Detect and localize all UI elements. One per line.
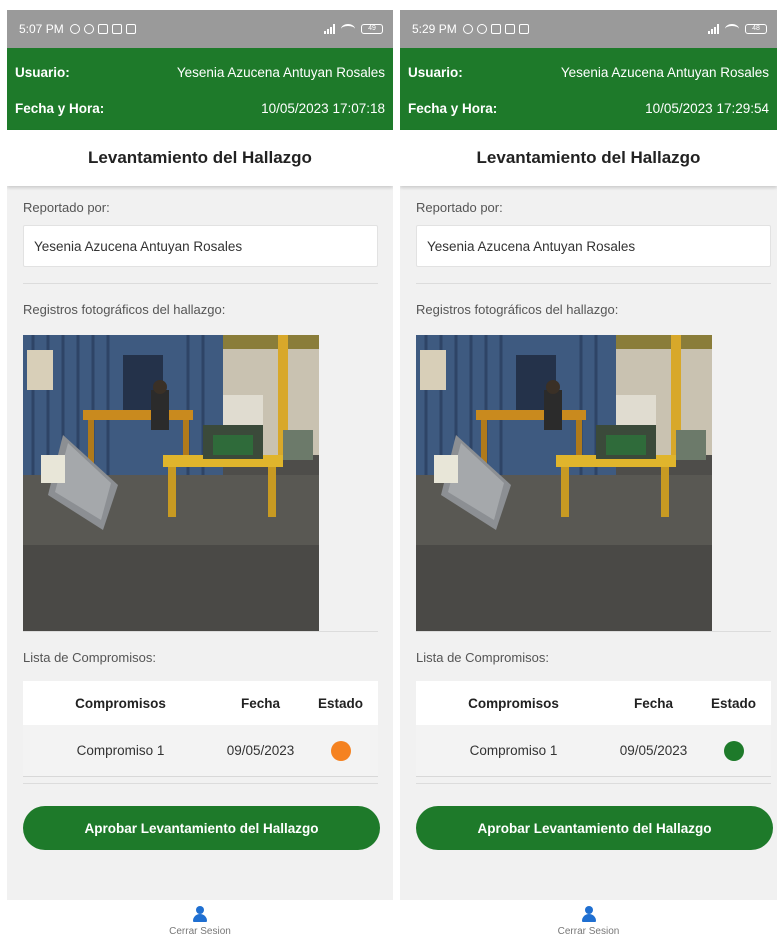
- reported-by-value: Yesenia Azucena Antuyan Rosales: [34, 238, 243, 254]
- status-dot-icon: [330, 740, 351, 761]
- finding-photo[interactable]: [416, 335, 712, 631]
- column-header-status: Estado: [317, 695, 363, 711]
- commitments-table: Compromisos Fecha Estado Compromiso 1 09…: [23, 681, 378, 777]
- commitment-name: Compromiso 1: [76, 743, 165, 758]
- divider: [416, 283, 771, 284]
- divider: [416, 783, 771, 784]
- status-time: 5:29 PM: [412, 22, 457, 36]
- session-header: Usuario: Yesenia Azucena Antuyan Rosales…: [7, 48, 393, 130]
- reported-by-label: Reportado por:: [23, 200, 110, 215]
- datetime-value: 10/05/2023 17:07:18: [261, 100, 385, 116]
- column-header-date: Fecha: [633, 695, 674, 711]
- bottom-nav: Cerrar Sesion: [400, 900, 777, 940]
- user-label: Usuario:: [15, 64, 70, 80]
- page-title: Levantamiento del Hallazgo: [7, 130, 393, 186]
- table-header: Compromisos Fecha Estado: [416, 681, 771, 725]
- app-icon: [504, 24, 515, 34]
- notification-icons: [69, 24, 136, 34]
- logout-label[interactable]: Cerrar Sesion: [169, 926, 231, 937]
- commitments-list-label: Lista de Compromisos:: [23, 650, 156, 665]
- status-dot-icon: [723, 740, 744, 761]
- commitments-table: Compromisos Fecha Estado Compromiso 1 09…: [416, 681, 771, 777]
- media-icon: [125, 24, 136, 34]
- notification-icon: [462, 24, 473, 34]
- wifi-icon: [725, 24, 739, 34]
- logout-label[interactable]: Cerrar Sesion: [558, 926, 620, 937]
- commitments-list-label: Lista de Compromisos:: [416, 650, 549, 665]
- app-icon: [111, 24, 122, 34]
- datetime-label: Fecha y Hora:: [408, 100, 498, 116]
- reported-by-field[interactable]: Yesenia Azucena Antuyan Rosales: [416, 225, 771, 267]
- datetime-label: Fecha y Hora:: [15, 100, 105, 116]
- column-header-date: Fecha: [240, 695, 281, 711]
- reported-by-label: Reportado por:: [416, 200, 503, 215]
- table-header: Compromisos Fecha Estado: [23, 681, 378, 725]
- status-bar: 5:29 PM 48: [400, 10, 777, 48]
- divider: [23, 783, 378, 784]
- approve-finding-button[interactable]: Aprobar Levantamiento del Hallazgo: [416, 806, 773, 850]
- divider: [23, 631, 378, 632]
- commitment-status: [696, 740, 771, 761]
- divider: [416, 631, 771, 632]
- battery-icon: 49: [361, 24, 383, 34]
- commitment-status: [303, 740, 378, 761]
- phone-screen-left: 5:07 PM 49 Usuario: Yesenia Azucena Antu…: [7, 10, 393, 940]
- session-header: Usuario: Yesenia Azucena Antuyan Rosales…: [400, 48, 777, 130]
- column-header-commitments: Compromisos: [468, 695, 559, 711]
- logout-user-icon[interactable]: [193, 906, 207, 922]
- app-icon: [97, 24, 108, 34]
- status-bar: 5:07 PM 49: [7, 10, 393, 48]
- column-header-status: Estado: [710, 695, 756, 711]
- media-icon: [518, 24, 529, 34]
- form-content: Reportado por: Yesenia Azucena Antuyan R…: [400, 200, 777, 850]
- user-value: Yesenia Azucena Antuyan Rosales: [560, 64, 769, 80]
- notification-icons: [462, 24, 529, 34]
- finding-photo[interactable]: [23, 335, 319, 631]
- reported-by-value: Yesenia Azucena Antuyan Rosales: [427, 238, 636, 254]
- battery-icon: 48: [745, 24, 767, 34]
- user-label: Usuario:: [408, 64, 463, 80]
- bottom-nav: Cerrar Sesion: [7, 900, 393, 940]
- user-value: Yesenia Azucena Antuyan Rosales: [176, 64, 385, 80]
- form-content: Reportado por: Yesenia Azucena Antuyan R…: [7, 200, 393, 850]
- wifi-icon: [341, 24, 355, 34]
- app-icon: [490, 24, 501, 34]
- divider: [23, 283, 378, 284]
- approve-finding-button[interactable]: Aprobar Levantamiento del Hallazgo: [23, 806, 380, 850]
- status-time: 5:07 PM: [19, 22, 64, 36]
- photos-label: Registros fotográficos del hallazgo:: [23, 302, 226, 317]
- page-title: Levantamiento del Hallazgo: [400, 130, 777, 186]
- reported-by-field[interactable]: Yesenia Azucena Antuyan Rosales: [23, 225, 378, 267]
- alarm-icon: [83, 24, 94, 34]
- logout-user-icon[interactable]: [581, 906, 596, 922]
- datetime-value: 10/05/2023 17:29:54: [645, 100, 769, 116]
- commitment-date: 09/05/2023: [619, 743, 688, 758]
- workshop-photo-image: [23, 335, 319, 631]
- table-row[interactable]: Compromiso 1 09/05/2023: [23, 725, 378, 777]
- column-header-commitments: Compromisos: [75, 695, 166, 711]
- commitment-name: Compromiso 1: [469, 743, 558, 758]
- signal-icon: [324, 24, 335, 34]
- workshop-photo-image: [416, 335, 712, 631]
- notification-icon: [69, 24, 80, 34]
- signal-icon: [708, 24, 719, 34]
- alarm-icon: [476, 24, 487, 34]
- photos-label: Registros fotográficos del hallazgo:: [416, 302, 619, 317]
- phone-screen-right: 5:29 PM 48 Usuario: Yesenia Azucena Antu…: [400, 10, 777, 940]
- table-row[interactable]: Compromiso 1 09/05/2023: [416, 725, 771, 777]
- commitment-date: 09/05/2023: [226, 743, 295, 758]
